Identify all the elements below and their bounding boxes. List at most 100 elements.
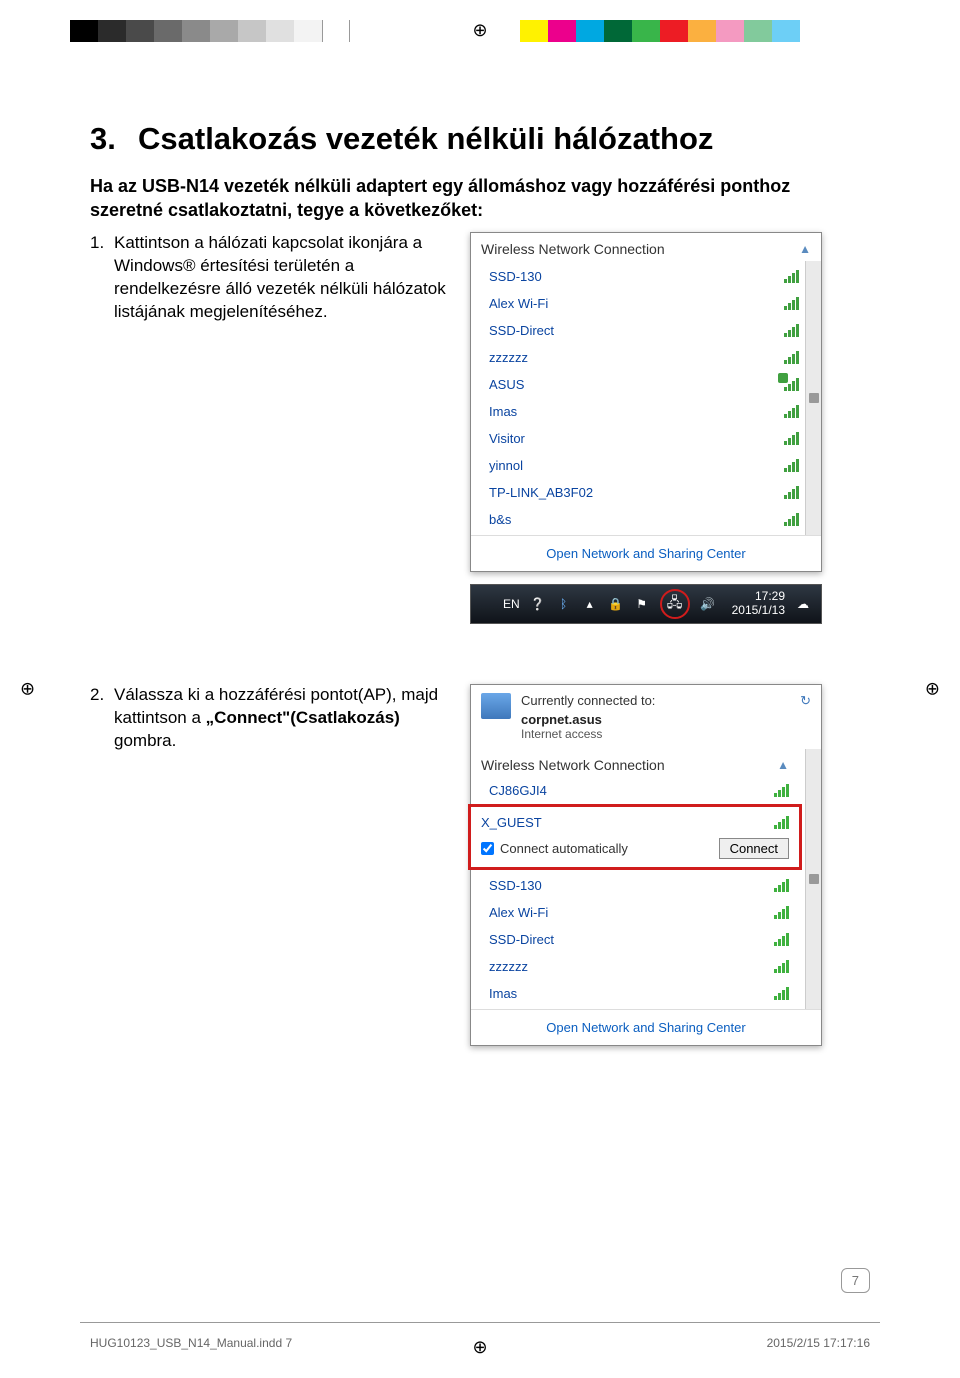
network-item[interactable]: Alex Wi-Fi (481, 899, 789, 926)
connection-name: corpnet.asus (521, 712, 790, 727)
network-adapter-icon (481, 693, 511, 719)
refresh-icon[interactable]: ↻ (800, 693, 811, 709)
network-name: Imas (489, 986, 517, 1001)
wifi-signal-icon (774, 986, 789, 1000)
footer-filename: HUG10123_USB_N14_Manual.indd 7 (90, 1336, 292, 1350)
network-item[interactable]: TP-LINK_AB3F02 (481, 479, 799, 506)
network-item[interactable]: Imas (481, 398, 799, 425)
selected-network-highlight: X_GUEST Connect automatically Connect (468, 804, 802, 870)
network-name: SSD-130 (489, 269, 542, 284)
clock-date: 2015/1/13 (732, 604, 785, 618)
wifi-signal-icon (784, 350, 799, 364)
clock-time: 17:29 (732, 590, 785, 604)
registration-mark-icon: ⊕ (472, 20, 487, 41)
connect-button[interactable]: Connect (719, 838, 789, 859)
network-name: X_GUEST (481, 815, 542, 830)
wifi-signal-icon (784, 458, 799, 472)
footer-rule (80, 1322, 880, 1323)
taskbar: EN ❔ ᛒ ▴ 🔒 ⚑ 🖧 🔊 17:29 2015/1/13 ☁ (470, 584, 822, 624)
wifi-signal-icon (774, 959, 789, 973)
wifi-signal-open-icon (784, 377, 799, 391)
network-name: Alex Wi-Fi (489, 905, 548, 920)
network-name: yinnol (489, 458, 523, 473)
page-number: 7 (841, 1268, 870, 1293)
open-network-center-link[interactable]: Open Network and Sharing Center (471, 535, 821, 571)
step-2: 2. Válassza ki a hozzáférési pontot(AP),… (90, 684, 840, 1046)
currently-label: Currently connected to: (521, 693, 790, 708)
network-name: SSD-Direct (489, 932, 554, 947)
network-list: SSD-130 Alex Wi-Fi SSD-Direct zzzzzz ASU… (471, 261, 821, 535)
network-item-selected[interactable]: X_GUEST (481, 811, 789, 834)
clock[interactable]: 17:29 2015/1/13 (732, 590, 785, 618)
footer-timestamp: 2015/2/15 17:17:16 (767, 1336, 870, 1350)
section-heading: 3.Csatlakozás vezeték nélküli hálózathoz (90, 120, 840, 157)
highlight-ring (660, 589, 690, 619)
network-name: Alex Wi-Fi (489, 296, 548, 311)
help-icon[interactable]: ❔ (530, 596, 546, 612)
step-number: 1. (90, 232, 114, 324)
scrollbar[interactable] (805, 261, 821, 535)
network-item[interactable]: b&s (481, 506, 799, 533)
network-name: zzzzzz (489, 350, 528, 365)
network-item[interactable]: Imas (481, 980, 789, 1007)
wifi-popup: Wireless Network Connection ▲ SSD-130 Al… (470, 232, 822, 572)
chevron-up-icon[interactable]: ▴ (582, 596, 598, 612)
volume-icon[interactable]: 🔊 (700, 596, 716, 612)
network-item[interactable]: Alex Wi-Fi (481, 290, 799, 317)
wifi-popup-header[interactable]: Wireless Network Connection ▲ (471, 233, 821, 261)
wifi-signal-icon (784, 269, 799, 283)
wifi-signal-icon (774, 932, 789, 946)
wifi-popup-connect: Currently connected to: corpnet.asus Int… (470, 684, 822, 1046)
intro-paragraph: Ha az USB-N14 vezeték nélküli adaptert e… (90, 175, 840, 222)
network-item[interactable]: zzzzzz (481, 953, 789, 980)
screenshot-1: Wireless Network Connection ▲ SSD-130 Al… (470, 232, 822, 624)
connect-automatically-checkbox[interactable]: Connect automatically (481, 841, 628, 856)
wifi-signal-icon (784, 512, 799, 526)
network-tray-icon[interactable]: 🖧 (660, 589, 690, 619)
network-name: TP-LINK_AB3F02 (489, 485, 593, 500)
wifi-signal-icon (784, 404, 799, 418)
network-item[interactable]: SSD-Direct (481, 926, 789, 953)
bluetooth-icon[interactable]: ᛒ (556, 596, 572, 612)
flag-icon[interactable]: ⚑ (634, 596, 650, 612)
ime-icon[interactable]: ☁ (795, 596, 811, 612)
lock-icon[interactable]: 🔒 (608, 596, 624, 612)
print-color-bar (70, 20, 800, 42)
chevron-up-icon: ▲ (777, 758, 789, 772)
current-connection: Currently connected to: corpnet.asus Int… (471, 685, 821, 749)
network-item[interactable]: SSD-130 (481, 872, 789, 899)
network-item[interactable]: CJ86GJI4 (471, 777, 799, 804)
network-name: SSD-Direct (489, 323, 554, 338)
step-1: 1. Kattintson a hálózati kapcsolat ikonj… (90, 232, 840, 624)
wifi-signal-icon (774, 878, 789, 892)
network-item[interactable]: ASUS (481, 371, 799, 398)
network-name: ASUS (489, 377, 524, 392)
open-network-center-link[interactable]: Open Network and Sharing Center (471, 1009, 821, 1045)
section-number: 3. (90, 120, 138, 157)
step-body: Válassza ki a hozzáférési pontot(AP), ma… (114, 684, 450, 753)
wifi-popup-header[interactable]: Wireless Network Connection ▲ (471, 749, 799, 777)
wifi-signal-icon (774, 905, 789, 919)
wifi-popup-title: Wireless Network Connection (481, 241, 665, 257)
scroll-thumb[interactable] (809, 393, 819, 403)
network-name: CJ86GJI4 (489, 783, 547, 798)
wifi-signal-icon (784, 485, 799, 499)
scrollbar[interactable] (805, 749, 821, 1009)
network-item[interactable]: SSD-130 (481, 263, 799, 290)
network-name: zzzzzz (489, 959, 528, 974)
step-body: Kattintson a hálózati kapcsolat ikonjára… (114, 232, 450, 324)
wifi-signal-icon (784, 431, 799, 445)
wifi-signal-icon (784, 323, 799, 337)
registration-mark-icon: ⊕ (472, 1337, 487, 1358)
network-item[interactable]: yinnol (481, 452, 799, 479)
language-indicator[interactable]: EN (503, 597, 520, 611)
scroll-thumb[interactable] (809, 874, 819, 884)
wifi-signal-icon (774, 815, 789, 829)
network-item[interactable]: SSD-Direct (481, 317, 799, 344)
network-name: SSD-130 (489, 878, 542, 893)
network-item[interactable]: zzzzzz (481, 344, 799, 371)
checkbox-input[interactable] (481, 842, 494, 855)
chevron-up-icon: ▲ (799, 242, 811, 256)
network-name: Visitor (489, 431, 525, 446)
network-item[interactable]: Visitor (481, 425, 799, 452)
